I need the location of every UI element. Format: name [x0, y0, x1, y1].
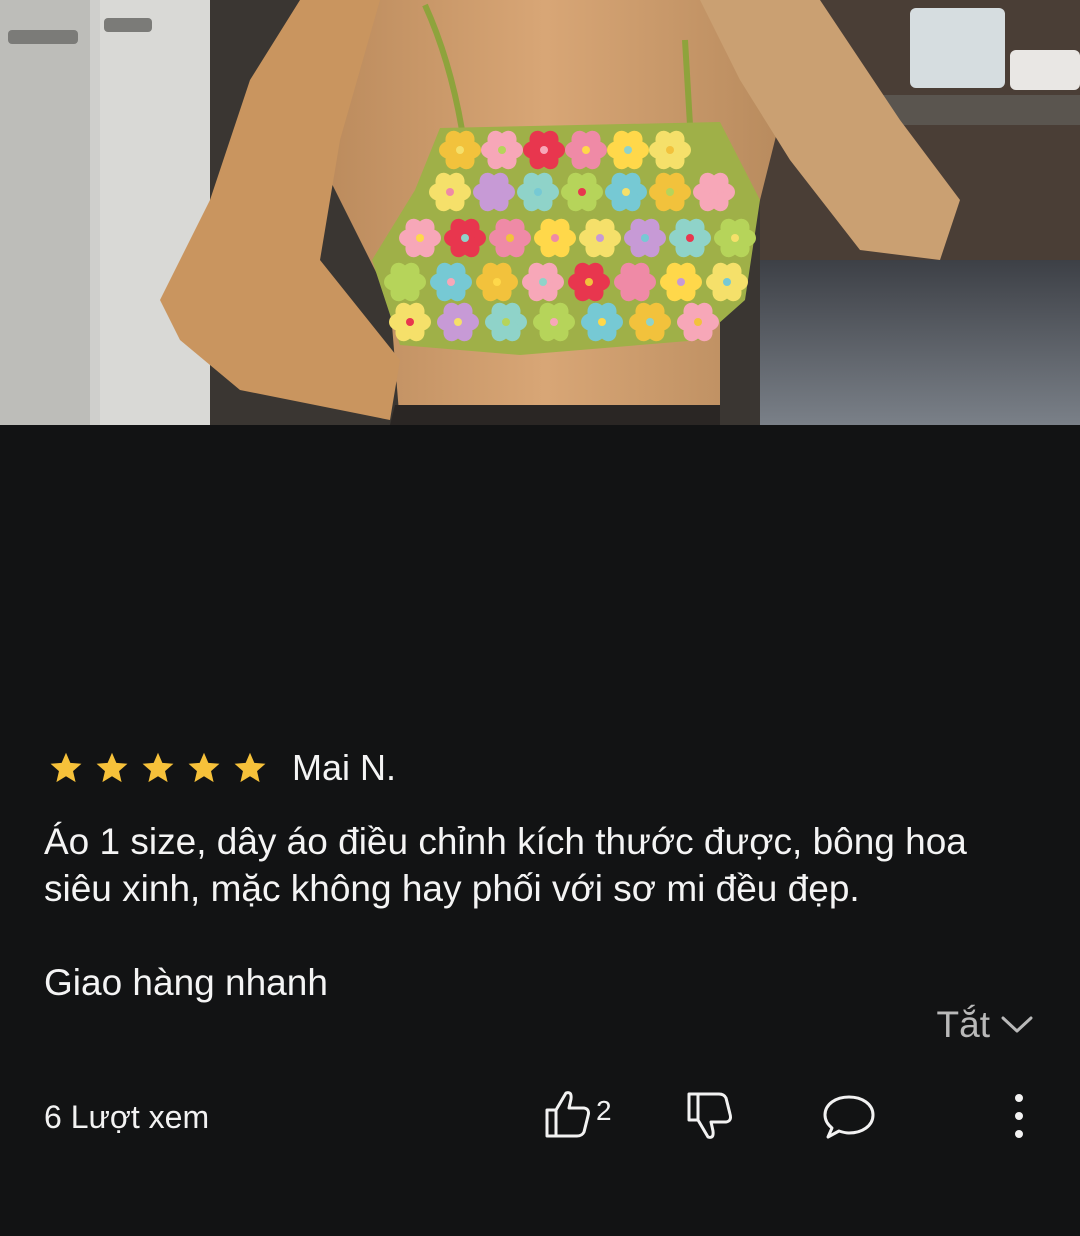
view-count: 6 Lượt xem	[44, 1099, 210, 1135]
review-photo[interactable]	[0, 0, 1080, 425]
review-text: Áo 1 size, dây áo điều chỉnh kích thước …	[44, 821, 967, 1003]
thumbs-up-icon	[545, 1091, 590, 1138]
star-icon	[96, 752, 128, 783]
translate-toggle-label: Tắt	[936, 1004, 990, 1045]
star-icon	[234, 752, 266, 783]
more-options-button[interactable]	[1004, 1093, 1034, 1144]
review-footer: 6 Lượt xem 2	[44, 1085, 1044, 1149]
chevron-down-icon	[1001, 1016, 1033, 1033]
star-icon	[142, 752, 174, 783]
like-count: 2	[596, 1095, 612, 1126]
more-vertical-icon	[1015, 1094, 1023, 1138]
star-icon	[50, 752, 82, 783]
rating-row: Mai N.	[44, 742, 1044, 794]
review-card: Mai N. Áo 1 size, dây áo điều chỉnh kích…	[44, 742, 1044, 1006]
comment-icon	[823, 1095, 875, 1139]
reviewer-name: Mai N.	[292, 747, 397, 788]
translate-toggle[interactable]: Tắt	[937, 1004, 1034, 1046]
star-icon	[188, 752, 220, 783]
comment-button[interactable]	[822, 1093, 876, 1146]
star-rating	[48, 750, 268, 786]
thumbs-down-icon	[687, 1092, 732, 1139]
dislike-button[interactable]	[686, 1091, 734, 1146]
like-button[interactable]: 2	[544, 1089, 612, 1139]
